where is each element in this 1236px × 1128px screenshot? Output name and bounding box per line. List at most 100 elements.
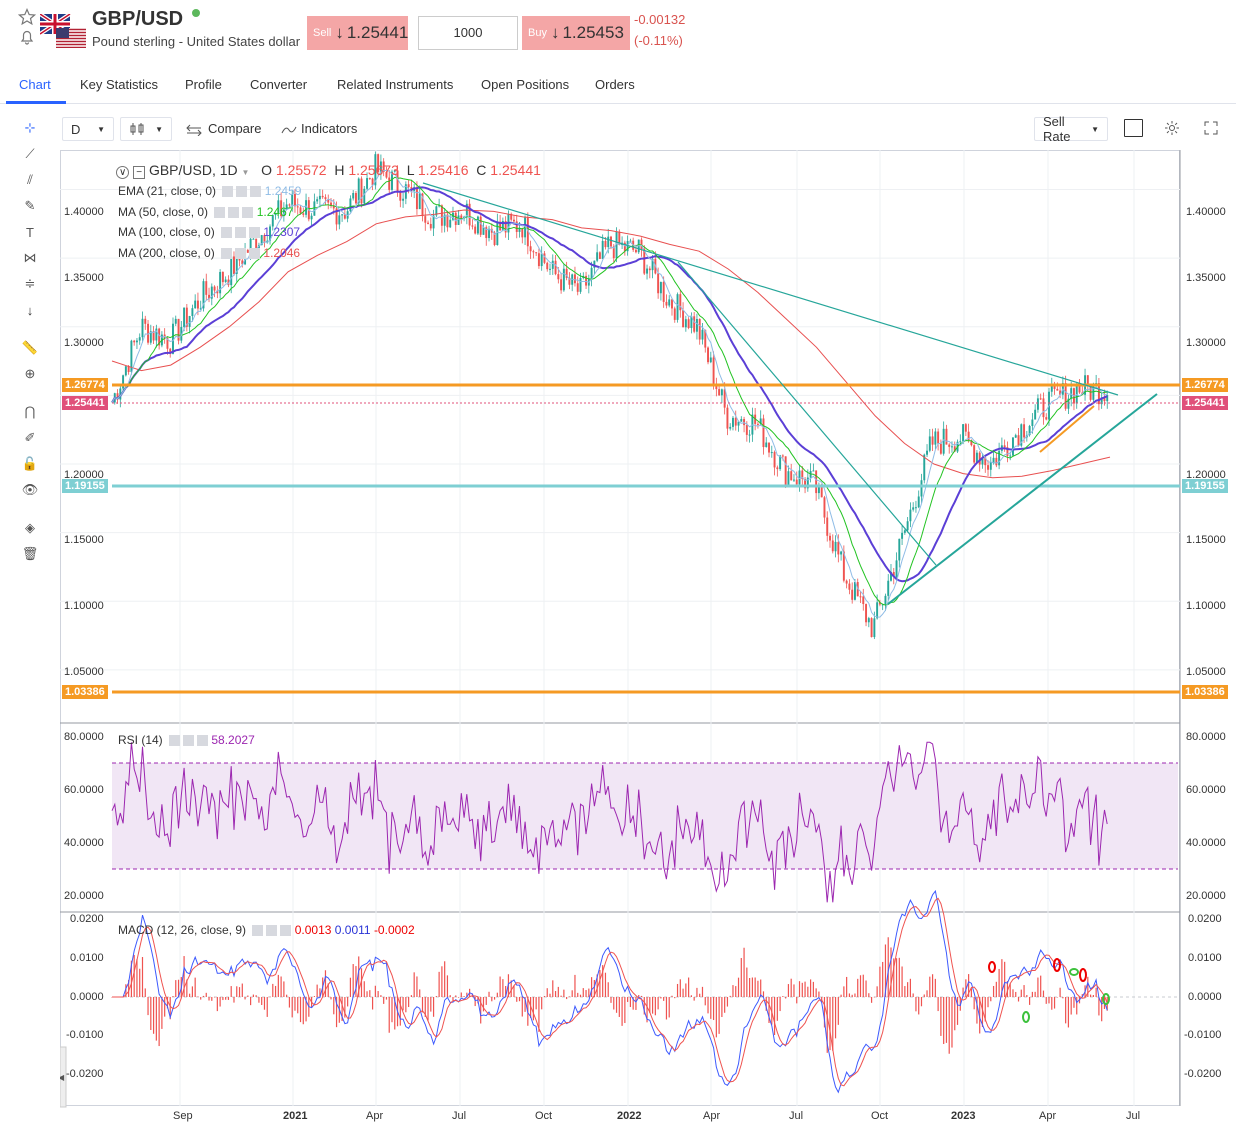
candle-body [862,596,865,605]
layers-icon[interactable]: ◈ [20,518,40,538]
eye-icon[interactable] [222,186,234,198]
candle-body [837,541,840,555]
macd-bar [696,987,698,997]
macd-bar [225,997,227,1000]
price-chart-svg[interactable]: ◀ [58,150,1236,1123]
interval-select[interactable]: D ▼ [62,117,114,141]
tab-orders[interactable]: Orders [595,77,635,92]
crosshair-icon[interactable]: ⊹ [20,118,40,138]
star-icon[interactable] [18,8,36,26]
candle-body [687,319,690,328]
down-trendline[interactable] [422,182,1119,396]
steep-down-trendline[interactable] [677,261,937,566]
chart-type-select[interactable]: ▼ [120,117,172,141]
magnet-icon[interactable]: ⋂ [20,402,40,422]
buy-button[interactable]: Buy ↓ 1.25453 [522,16,630,50]
close-icon[interactable] [249,227,261,239]
macd-bar [737,977,740,997]
up-trendline[interactable] [887,393,1158,605]
ma100-value: 1.2307 [263,225,301,239]
expand-icon[interactable] [1204,121,1218,135]
macd-bar [937,997,939,1012]
lock-icon[interactable]: 🔓 [20,454,40,474]
eye-icon[interactable] [252,925,264,937]
price-axis-label: 1.15000 [1186,534,1226,546]
close-icon[interactable] [197,735,209,747]
eye-icon[interactable] [169,735,181,747]
parallel-lines-icon[interactable]: ⫽ [20,170,40,190]
macd-bar [227,997,230,1000]
macd-bar [488,991,490,997]
fib-icon[interactable]: ≑ [20,274,40,294]
close-icon[interactable] [280,925,292,937]
candle-body [313,201,316,216]
candle-body [590,267,593,279]
macd-bar [757,980,759,997]
quantity-input[interactable]: 1000 [418,16,518,50]
tab-key-statistics[interactable]: Key Statistics [80,77,158,92]
close-icon[interactable] [250,186,262,198]
chevron-down-icon: ▼ [97,124,105,134]
instrument-header: GBP/USD Pound sterling - United States d… [0,0,1236,64]
bell-icon[interactable] [18,28,36,46]
tab-open-positions[interactable]: Open Positions [481,77,569,92]
close-icon[interactable] [249,248,261,260]
candle-body [926,450,929,455]
macd-bar [485,997,487,1005]
eye-icon[interactable] [214,207,226,219]
zoom-in-icon[interactable]: ⊕ [20,364,40,384]
text-icon[interactable]: T [20,222,40,242]
macd-bar [674,997,676,999]
tab-converter[interactable]: Converter [250,77,307,92]
macd-bar [402,997,404,1011]
ruler-icon[interactable]: 📏 [20,338,40,358]
macd-bar [751,977,753,997]
eye-icon[interactable] [221,248,233,260]
macd-bar [1023,985,1025,997]
macd-bar [385,997,388,1000]
compare-button[interactable]: Compare [208,121,261,136]
signal-value: 0.0011 [334,923,371,937]
brush-icon[interactable]: ✎ [20,196,40,216]
indicators-button[interactable]: Indicators [301,121,357,136]
candle-body [939,443,942,454]
pattern-icon[interactable]: ⋈ [20,248,40,268]
gear-icon[interactable] [236,186,248,198]
gear-icon[interactable] [235,227,247,239]
gear-icon[interactable] [235,248,247,260]
trash-icon[interactable]: 🗑 [20,544,40,564]
gear-icon[interactable] [228,207,240,219]
tab-chart[interactable]: Chart [19,77,51,92]
tab-profile[interactable]: Profile [185,77,222,92]
sell-button[interactable]: Sell ↓ 1.25441 [307,16,408,50]
candle-body [1014,435,1017,438]
chart-area[interactable]: ◀ ∨ − GBP/USD, 1D ▼ O 1.25572 H 1.25673 … [58,150,1236,1123]
candle-body [188,316,191,327]
eye-icon[interactable] [221,227,233,239]
legend-options-icon[interactable]: ▼ [242,168,250,177]
fullscreen-window-icon[interactable] [1124,119,1143,137]
pair-description: Pound sterling - United States dollar [92,34,301,49]
macd-bar [793,984,795,997]
candle-body [1089,386,1092,400]
collapse-icon[interactable]: − [133,166,146,179]
gear-icon[interactable] [266,925,278,937]
drawing-toolbar: ⊹ ⟋ ⫽ ✎ T ⋈ ≑ ↓ 📏 ⊕ ⋂ ✐ 🔓 👁 ◈ 🗑 [0,112,60,592]
trend-line-icon[interactable]: ⟋ [20,144,40,164]
candle-body [549,268,551,270]
candle-body [792,479,795,481]
gear-icon[interactable] [183,735,195,747]
close-icon[interactable] [242,207,254,219]
macd-bar [1067,997,1070,1028]
chevron-icon[interactable]: ∨ [116,166,130,179]
compare-icon [186,124,202,136]
eye-icon[interactable]: 👁 [20,480,40,500]
support-low-tag: 1.03386 [62,685,108,699]
rate-select[interactable]: Sell Rate ▼ [1034,114,1108,144]
pencil-lock-icon[interactable]: ✐ [20,428,40,448]
candle-body [945,428,948,445]
arrow-down-icon[interactable]: ↓ [20,300,40,320]
gear-icon[interactable] [1164,120,1180,136]
tab-related-instruments[interactable]: Related Instruments [337,77,453,92]
macd-bar [607,982,609,997]
